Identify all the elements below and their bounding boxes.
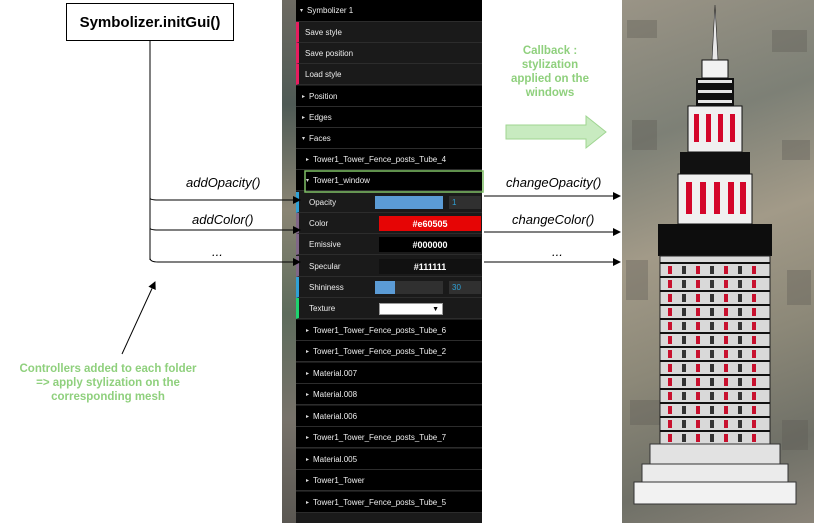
add-more-arrow	[149, 257, 301, 266]
controllers-pointer-arrow	[121, 281, 156, 355]
add-opacity-arrow	[149, 196, 301, 204]
callback-block-arrow	[505, 114, 607, 150]
tower1-window-highlight	[304, 170, 484, 193]
diagram-arrows	[121, 41, 621, 355]
add-color-arrow	[149, 226, 301, 234]
